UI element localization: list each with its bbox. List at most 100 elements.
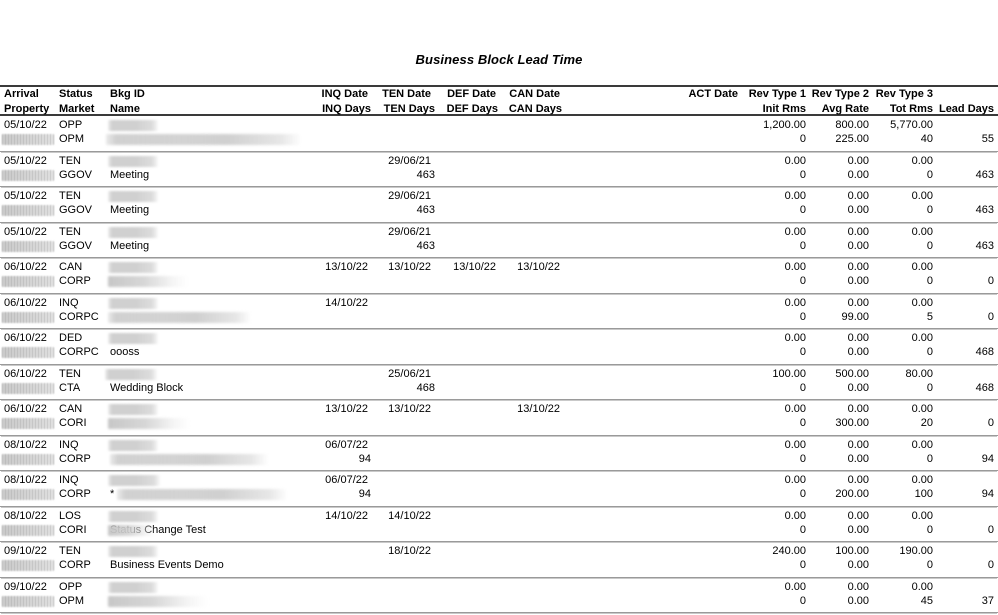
column-header-can-days: CAN Days: [508, 103, 562, 115]
cell-rev-type-2: 0.00: [847, 509, 869, 522]
redacted-block: [108, 311, 250, 323]
table-row-line-2: GGOV Meeting 463 0 0.00 0 463: [0, 239, 998, 254]
cell-status: DED: [59, 332, 83, 344]
redacted-block: [2, 347, 54, 358]
cell-status: LOS: [59, 509, 82, 522]
cell-status: OPP: [59, 119, 83, 131]
cell-status: OPP: [59, 580, 83, 593]
table-row[interactable]: 06/10/22 CAN 13/10/22 13/10/22 13/10/22 0.00 0…: [0, 400, 998, 436]
table-row[interactable]: 08/10/22 INQ 06/07/22 0.00 0.00 0.00 CORP * 94 0 2…: [0, 471, 998, 507]
table-row[interactable]: 08/10/22 INQ 06/07/22 0.00 0.00 0.00 CORP 94 0 0.…: [0, 436, 998, 471]
cell-arrival: 08/10/22: [4, 509, 47, 522]
redacted-block: [108, 155, 158, 167]
cell-rev-type-3: 0.00: [911, 332, 933, 344]
table-row-line-1: 05/10/22 TEN 29/06/21 0.00 0.00 0.00: [0, 189, 998, 204]
redacted-block: [108, 262, 158, 273]
table-row-line-2: CTA Wedding Block 468 0 0.00 0 468: [0, 381, 998, 396]
cell-arrival: 09/10/22: [4, 545, 47, 557]
redacted-block: [108, 524, 156, 536]
cell-ten-date: 29/06/21: [388, 225, 431, 238]
cell-init-rms: 0: [799, 488, 806, 500]
cell-init-rms: 0: [799, 133, 806, 145]
table-row[interactable]: 08/10/22 LOS 14/10/22 14/10/22 0.00 0.00 0.00 C…: [0, 507, 998, 542]
column-header-market: Market: [59, 103, 95, 115]
table-row-line-1: 09/10/22 OPP 0.00 0.00 0.00: [0, 580, 998, 595]
cell-rev-type-1: 100.00: [772, 367, 806, 380]
cell-arrival: 06/10/22: [4, 261, 47, 273]
table-row-line-2: GGOV Meeting 463 0 0.00 0 463: [0, 168, 998, 183]
cell-status: CAN: [59, 261, 83, 273]
redacted-block: [105, 368, 157, 380]
cell-arrival: 08/10/22: [4, 438, 47, 451]
table-row[interactable]: 05/10/22 TEN 29/06/21 0.00 0.00 0.00 GGOV Meeti…: [0, 152, 998, 187]
column-header-def-days: DEF Days: [446, 103, 498, 115]
cell-avg-rate: 99.00: [841, 310, 869, 323]
table-row-line-1: 05/10/22 TEN 29/06/21 0.00 0.00 0.00: [0, 225, 998, 240]
cell-rev-type-1: 0.00: [784, 225, 806, 238]
cell-market: CORI: [59, 417, 87, 429]
cell-ten-date: 13/10/22: [388, 403, 431, 415]
table-row[interactable]: 06/10/22 DED 0.00 0.00 0.00 CORPC oooss 0 0.00 0 4…: [0, 329, 998, 365]
cell-status: TEN: [59, 225, 81, 238]
cell-rev-type-1: 0.00: [784, 261, 806, 273]
table-row-line-1: 06/10/22 CAN 13/10/22 13/10/22 13/10/22 13/10…: [0, 260, 998, 275]
cell-avg-rate: 300.00: [835, 417, 869, 429]
cell-name: Meeting: [110, 204, 150, 216]
cell-avg-rate: 0.00: [847, 559, 869, 571]
cell-avg-rate: 0.00: [847, 523, 869, 536]
cell-ten-date: 13/10/22: [388, 261, 431, 273]
table-row-line-2: CORPC oooss 0 0.00 0 468: [0, 345, 998, 360]
cell-avg-rate: 0.00: [847, 239, 869, 252]
cell-market: CORP: [59, 275, 91, 287]
column-header-bkg-id: Bkg ID: [110, 88, 145, 100]
table-header-row-2: Property Market Name INQ Days TEN Days DEF Da…: [0, 102, 998, 117]
cell-init-rms: 0: [799, 275, 806, 287]
table-row-line-2: OPM 0 0.00 45 37: [0, 594, 998, 609]
table-row[interactable]: 05/10/22 OPP 1,200.00 800.00 5,770.00 OPM 0 225…: [0, 116, 998, 152]
table-row-line-2: CORP Business Events Demo 0 0.00 0 0: [0, 558, 998, 573]
cell-rev-type-2: 0.00: [847, 474, 869, 486]
column-header-rev-type-2: Rev Type 2: [811, 88, 869, 100]
table-row-line-1: 06/10/22 DED 0.00 0.00 0.00: [0, 331, 998, 346]
cell-rev-type-3: 0.00: [911, 190, 933, 202]
cell-avg-rate: 0.00: [847, 204, 869, 216]
redacted-block: [106, 134, 300, 145]
table-row[interactable]: 09/10/22 OPP 0.00 0.00 0.00 OPM 0 0.00 45 37: [0, 578, 998, 613]
cell-rev-type-2: 0.00: [847, 580, 869, 593]
cell-ten-days: 463: [416, 168, 435, 181]
table-row-line-1: 06/10/22 INQ 14/10/22 0.00 0.00 0.00: [0, 296, 998, 311]
cell-rev-type-3: 0.00: [911, 580, 933, 593]
cell-inq-days: 94: [358, 488, 371, 500]
redacted-block: [108, 276, 188, 287]
redacted-block: [108, 120, 158, 131]
cell-arrival: 05/10/22: [4, 154, 47, 167]
cell-rev-type-3: 0.00: [911, 296, 933, 309]
cell-lead-days: 0: [987, 275, 994, 287]
table-row[interactable]: 09/10/22 TEN 18/10/22 240.00 100.00 190.00 COR…: [0, 542, 998, 578]
table-row[interactable]: 06/10/22 INQ 14/10/22 0.00 0.00 0.00 CORPC 0 99.…: [0, 294, 998, 329]
redacted-block: [2, 418, 54, 429]
cell-name: Meeting: [110, 239, 150, 252]
column-header-can-date: CAN Date: [509, 88, 560, 100]
column-header-ten-date: TEN Date: [382, 88, 431, 100]
cell-avg-rate: 0.00: [847, 594, 869, 607]
table-row[interactable]: 06/10/22 TEN 25/06/21 100.00 500.00 80.00 CTA W…: [0, 365, 998, 400]
cell-lead-days: 0: [987, 310, 994, 323]
table-row[interactable]: 05/10/22 TEN 29/06/21 0.00 0.00 0.00 GGOV Meeti…: [0, 223, 998, 258]
cell-init-rms: 0: [799, 594, 806, 607]
table-row[interactable]: 06/10/22 CAN 13/10/22 13/10/22 13/10/22 13/10…: [0, 258, 998, 294]
cell-name: oooss: [110, 346, 140, 358]
cell-rev-type-3: 80.00: [905, 367, 933, 380]
cell-tot-rms: 0: [926, 452, 933, 465]
cell-init-rms: 0: [799, 239, 806, 252]
redacted-block: [108, 439, 158, 451]
cell-rev-type-2: 0.00: [847, 225, 869, 238]
cell-lead-days: 468: [975, 346, 994, 358]
cell-ten-days: 463: [416, 204, 435, 216]
column-header-def-date: DEF Date: [447, 88, 496, 100]
column-header-name: Name: [110, 103, 140, 115]
cell-ten-days: 463: [416, 239, 435, 252]
table-row[interactable]: 05/10/22 TEN 29/06/21 0.00 0.00 0.00 GGOV Meeti…: [0, 187, 998, 223]
cell-inq-days: 94: [358, 452, 371, 465]
cell-lead-days: 0: [987, 559, 994, 571]
